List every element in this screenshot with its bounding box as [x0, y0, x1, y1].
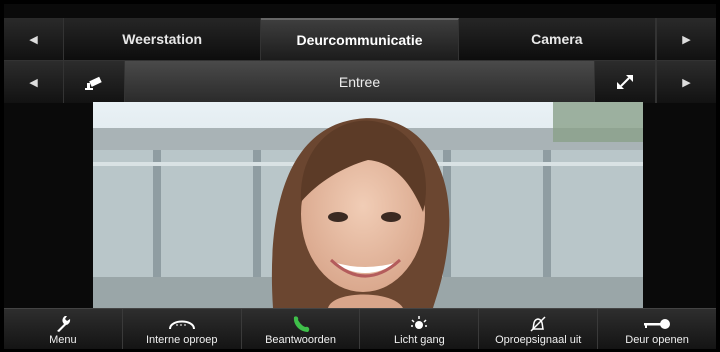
open-door-button[interactable]: Deur openen: [598, 309, 716, 349]
camera-prev-button[interactable]: ◀: [4, 61, 64, 103]
camera-next-button[interactable]: ▶: [656, 61, 716, 103]
mute-ringer-label: Oproepsignaal uit: [495, 334, 582, 346]
camera-video-feed: [93, 102, 643, 308]
camera-title: Entree: [125, 61, 595, 103]
tab-prev-button[interactable]: ◀: [4, 18, 64, 60]
expand-icon: [617, 75, 633, 89]
bell-mute-icon: [528, 314, 548, 334]
camera-bar: ◀ Entree ▶: [4, 60, 716, 103]
menu-label: Menu: [49, 334, 77, 346]
mute-ringer-button[interactable]: Oproepsignaal uit: [479, 309, 599, 349]
camera-control-button[interactable]: [64, 61, 125, 103]
menu-button[interactable]: Menu: [4, 309, 123, 349]
tab-camera[interactable]: Camera: [458, 18, 656, 60]
open-door-label: Deur openen: [625, 334, 689, 346]
fullscreen-button[interactable]: [595, 61, 656, 103]
answer-label: Beantwoorden: [265, 334, 337, 346]
internal-call-label: Interne oproep: [145, 334, 218, 346]
tab-weerstation[interactable]: Weerstation: [64, 18, 262, 60]
key-icon: [642, 314, 672, 334]
hall-light-button[interactable]: Licht gang: [360, 309, 480, 349]
internal-call-icon: [167, 314, 197, 334]
camera-icon: [85, 76, 102, 90]
wrench-icon: [55, 314, 71, 334]
answer-phone-icon: [291, 314, 311, 334]
tab-deurcommunicatie[interactable]: Deurcommunicatie: [261, 18, 459, 60]
hall-light-label: Licht gang: [394, 334, 445, 346]
light-icon: [410, 314, 428, 334]
tab-next-button[interactable]: ▶: [655, 18, 716, 60]
intercom-panel: ◀ Weerstation Deurcommunicatie Camera ▶ …: [4, 4, 716, 349]
answer-button[interactable]: Beantwoorden: [241, 309, 361, 349]
tab-bar: ◀ Weerstation Deurcommunicatie Camera ▶: [4, 18, 716, 60]
internal-call-button[interactable]: Interne oproep: [122, 309, 242, 349]
action-bar: Menu Interne oproep Beantwoorden Licht g…: [4, 308, 716, 349]
